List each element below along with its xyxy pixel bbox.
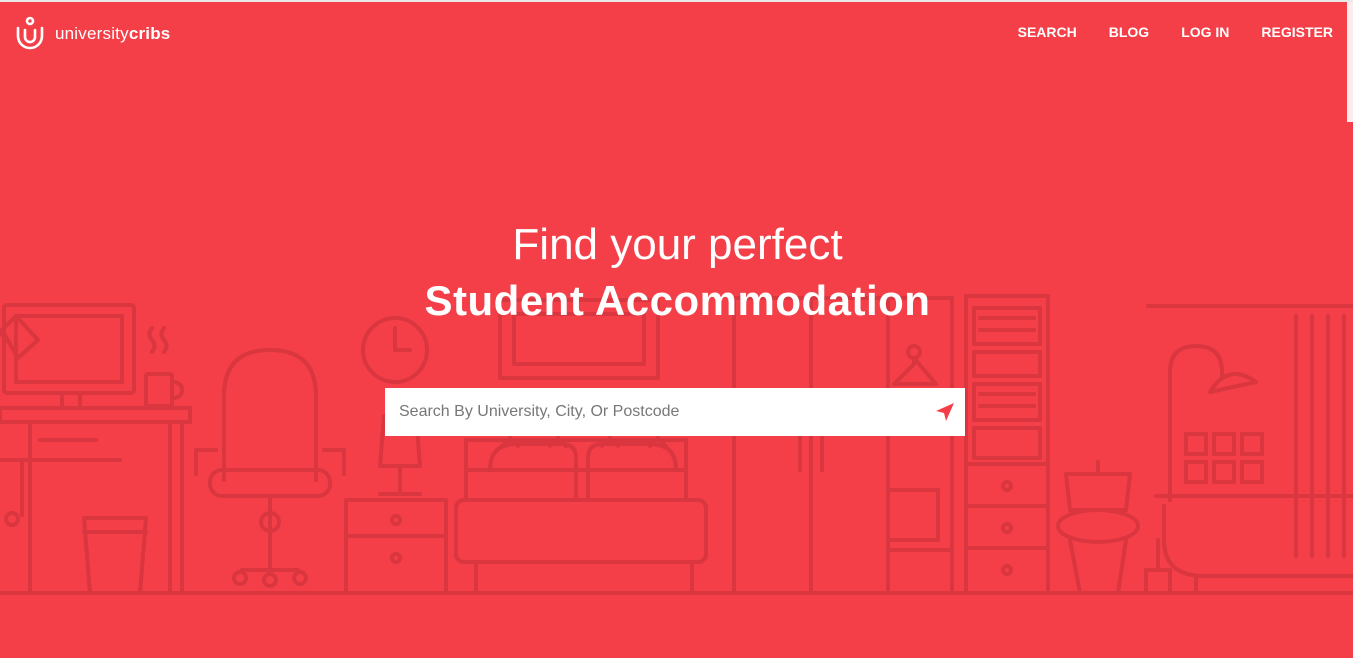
scrollbar-thumb[interactable] [1347, 2, 1353, 122]
main-nav: SEARCH BLOG LOG IN REGISTER [986, 24, 1333, 40]
location-arrow-icon[interactable] [933, 400, 957, 424]
search-bar [385, 388, 965, 436]
nav-register-link[interactable]: REGISTER [1261, 24, 1333, 40]
hero-title-line1: Find your perfect [512, 220, 843, 269]
site-logo[interactable]: universitycribs [14, 16, 170, 50]
browser-top-border [0, 0, 1353, 2]
search-input[interactable] [385, 389, 933, 435]
brand-name: universitycribs [55, 25, 170, 42]
brand-name-bold: cribs [128, 23, 171, 43]
nav-login-link[interactable]: LOG IN [1181, 24, 1229, 40]
brand-name-light: university [55, 23, 129, 43]
university-cribs-logo-icon [16, 16, 44, 50]
nav-blog-link[interactable]: BLOG [1109, 24, 1149, 40]
hero-page: universitycribs SEARCH BLOG LOG IN REGIS… [0, 0, 1353, 658]
hero-title-line2: Student Accommodation [424, 277, 931, 324]
nav-search-link[interactable]: SEARCH [1018, 24, 1077, 40]
hero-heading: Find your perfect Student Accommodation [0, 218, 1353, 330]
